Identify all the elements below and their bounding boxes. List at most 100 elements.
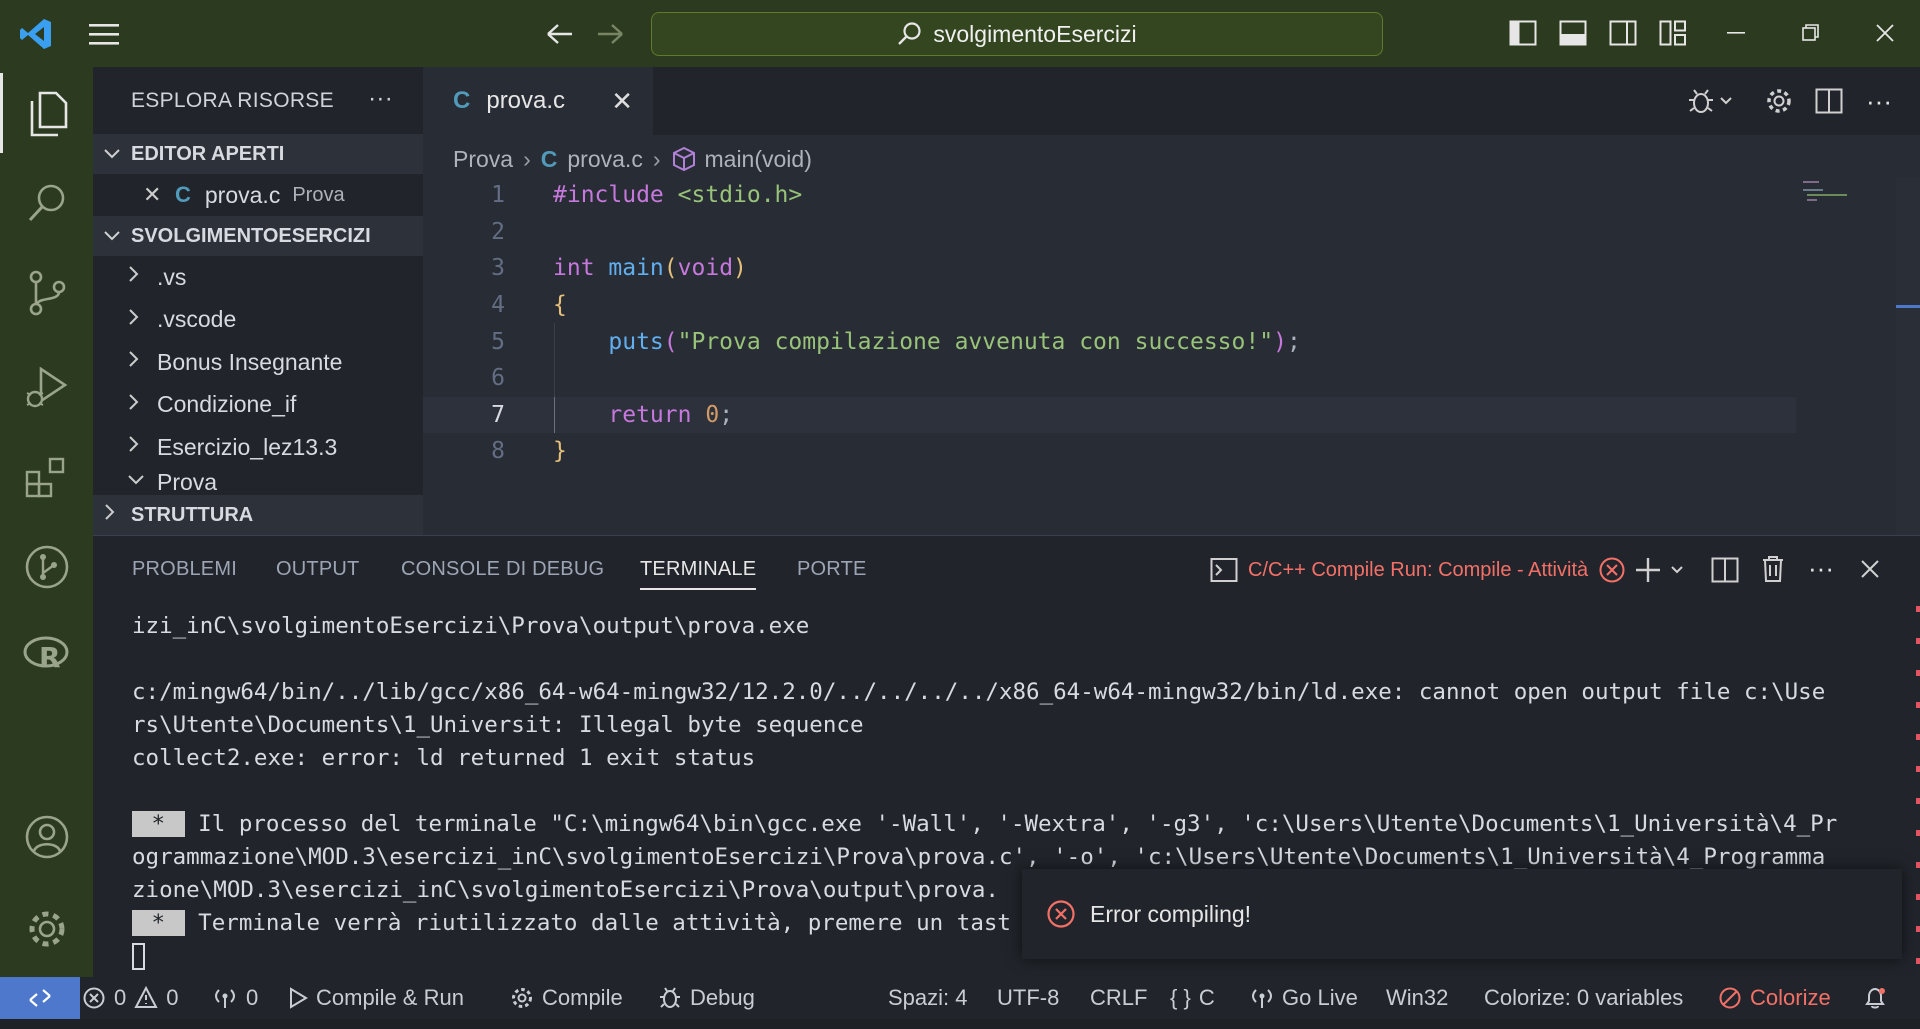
compile-run-button[interactable]: Compile & Run <box>288 977 464 1019</box>
kill-terminal-trash-icon[interactable] <box>1757 552 1789 586</box>
more-actions-icon[interactable]: ··· <box>368 85 393 113</box>
error-count: 0 <box>114 985 127 1010</box>
tab-ports[interactable]: PORTE <box>797 558 867 581</box>
indent-guide <box>554 359 555 397</box>
accounts-icon[interactable] <box>0 797 93 877</box>
menu-icon[interactable] <box>86 18 122 50</box>
warning-icon <box>134 986 158 1008</box>
terminal-icon <box>1210 558 1238 582</box>
explorer-sidebar: ESPLORA RISORSE ··· EDITOR APERTI ✕ C pr… <box>93 67 423 535</box>
more-actions-icon[interactable]: ··· <box>1805 552 1837 584</box>
tab-debug-console[interactable]: CONSOLE DI DEBUG <box>401 558 604 581</box>
terminal-scrollbar-markers <box>1916 606 1920 966</box>
terminal-star: * <box>132 811 185 837</box>
debug-config-icon[interactable] <box>1685 85 1735 117</box>
vertical-scrollbar[interactable] <box>1896 177 1920 535</box>
c-file-icon: C <box>175 182 191 207</box>
c-file-icon: C <box>453 87 471 114</box>
eol-status[interactable]: CRLF <box>1090 977 1147 1019</box>
indentation-status[interactable]: Spazi: 4 <box>888 977 968 1019</box>
folder-item[interactable]: Esercizio_lez13.3 <box>93 426 423 469</box>
notifications-bell-icon[interactable] <box>1862 977 1888 1019</box>
tab-label: prova.c <box>486 87 566 114</box>
compile-button[interactable]: Compile <box>510 977 623 1019</box>
open-editor-item[interactable]: ✕ C prova.c Prova <box>93 174 423 216</box>
chevron-down-icon <box>103 143 131 166</box>
colorize-button[interactable]: Colorize <box>1718 977 1831 1019</box>
chevron-right-icon <box>103 503 131 527</box>
close-editor-icon[interactable]: ✕ <box>143 182 175 208</box>
folder-item[interactable]: Prova <box>93 469 423 491</box>
tab-output[interactable]: OUTPUT <box>276 558 359 581</box>
close-window-icon[interactable] <box>1870 20 1900 46</box>
tab-problems[interactable]: PROBLEMI <box>132 558 237 581</box>
breadcrumb-folder[interactable]: Prova <box>453 146 513 173</box>
breadcrumb-symbol[interactable]: main(void) <box>705 146 812 173</box>
close-panel-icon[interactable] <box>1855 554 1885 584</box>
sidebar-title: ESPLORA RISORSE <box>131 88 334 112</box>
folder-item[interactable]: .vs <box>93 256 423 299</box>
encoding-status[interactable]: UTF-8 <box>997 977 1059 1019</box>
go-live-button[interactable]: Go Live <box>1250 977 1358 1019</box>
split-editor-icon[interactable] <box>1813 85 1845 117</box>
search-icon[interactable] <box>0 163 93 243</box>
code-token: ) <box>1273 328 1287 355</box>
chevron-right-icon <box>127 393 157 417</box>
more-actions-icon[interactable]: ··· <box>1863 85 1895 117</box>
tab-terminal[interactable]: TERMINALE <box>640 558 757 590</box>
extensions-icon[interactable] <box>0 437 93 517</box>
code-token: return <box>608 401 692 428</box>
debug-label: Debug <box>690 985 755 1010</box>
debug-button[interactable]: Debug <box>658 977 755 1019</box>
line-number: 1 <box>491 182 505 209</box>
folder-item[interactable]: Bonus Insegnante <box>93 341 423 384</box>
restore-icon[interactable] <box>1796 20 1826 46</box>
source-control-icon[interactable] <box>0 253 93 333</box>
breadcrumb-file[interactable]: prova.c <box>567 146 642 173</box>
terminal-task-selector[interactable]: C/C++ Compile Run: Compile - Attività <box>1210 556 1626 584</box>
split-terminal-icon[interactable] <box>1709 554 1741 586</box>
folder-item[interactable]: .vscode <box>93 299 423 342</box>
tab-prova-c[interactable]: C prova.c ✕ <box>423 67 653 135</box>
new-terminal-icon[interactable] <box>1633 554 1689 586</box>
run-debug-icon[interactable] <box>0 347 93 427</box>
r-language-icon[interactable]: R <box>0 614 93 694</box>
command-center-search[interactable]: svolgimentoEsercizi <box>651 12 1383 56</box>
workspace-label: SVOLGIMENTOESERCIZI <box>131 224 371 247</box>
code-editor[interactable]: 1 #include <stdio.h> 2 3 int main(void) 4{… <box>423 177 1920 470</box>
forward-arrow-icon[interactable] <box>594 18 626 50</box>
line-number: 5 <box>491 328 505 355</box>
back-arrow-icon[interactable] <box>544 18 576 50</box>
colorize-variables-status[interactable]: Colorize: 0 variables <box>1484 977 1683 1019</box>
platform-status[interactable]: Win32 <box>1386 977 1448 1019</box>
code-token: <stdio.h> <box>663 182 803 209</box>
remote-indicator-icon[interactable] <box>0 977 80 1019</box>
close-tab-icon[interactable]: ✕ <box>611 86 633 117</box>
vscode-logo-icon <box>16 14 56 54</box>
code-line-current: 7 return 0; <box>423 396 1796 434</box>
outline-header[interactable]: STRUTTURA <box>93 495 423 535</box>
folder-item[interactable]: Condizione_if <box>93 384 423 427</box>
git-graph-icon[interactable] <box>0 527 93 607</box>
minimize-icon[interactable] <box>1722 20 1752 46</box>
code-line: 6 <box>423 359 1920 397</box>
status-bar: 0 0 0 Compile & Run Compile Debug Spazi:… <box>0 977 1920 1019</box>
error-notification[interactable]: Error compiling! <box>1022 869 1902 959</box>
explorer-icon[interactable] <box>0 73 93 153</box>
braces-icon: { } <box>1170 985 1191 1010</box>
customize-layout-icon[interactable] <box>1658 18 1688 48</box>
workspace-header[interactable]: SVOLGIMENTOESERCIZI <box>93 216 423 256</box>
settings-gear-icon[interactable] <box>1763 85 1795 117</box>
language-status[interactable]: { } C <box>1170 977 1215 1019</box>
minimap[interactable] <box>1803 177 1883 217</box>
code-token: #include <box>553 182 664 209</box>
toggle-secondary-sidebar-icon[interactable] <box>1608 18 1638 48</box>
problems-status[interactable]: 0 0 <box>82 977 179 1019</box>
open-editors-header[interactable]: EDITOR APERTI <box>93 134 423 174</box>
language-label: C <box>1198 985 1215 1010</box>
toggle-primary-sidebar-icon[interactable] <box>1508 18 1538 48</box>
toggle-panel-icon[interactable] <box>1558 18 1588 48</box>
manage-gear-icon[interactable] <box>0 889 93 969</box>
ports-status[interactable]: 0 <box>212 977 258 1019</box>
broadcast-icon <box>1252 989 1272 1008</box>
